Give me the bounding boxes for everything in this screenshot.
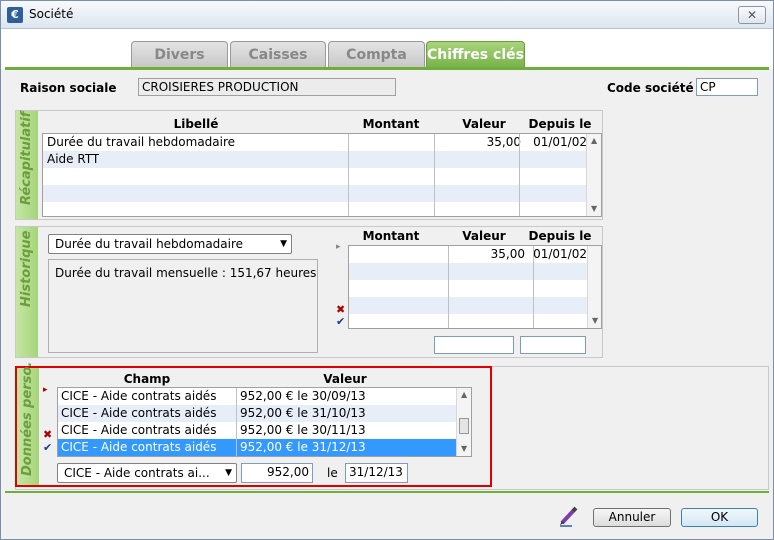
edit-pencil-icon[interactable] (558, 505, 580, 527)
title-bar: € Société ✕ (1, 1, 773, 29)
donnees-scrollbar[interactable]: ▲ ▼ (456, 388, 471, 456)
recap-side-label: Récapitulatif (19, 111, 34, 205)
cell-champ: CICE - Aide contrats aidés (61, 440, 217, 454)
donnees-col-champ: Champ (123, 372, 171, 386)
cell-champ: CICE - Aide contrats aidés (61, 423, 217, 437)
cell-depuis: 01/01/02 (533, 247, 587, 261)
window-title: Société (29, 7, 74, 21)
historique-grid[interactable]: 35,00 01/01/02 ▼ (348, 245, 602, 329)
table-row (349, 280, 601, 297)
table-row (349, 297, 601, 314)
historique-info-box: Durée du travail mensuelle : 151,67 heur… (48, 259, 318, 353)
donnees-combo[interactable]: CICE - Aide contrats ai... ▼ (57, 463, 237, 483)
tab-divers[interactable]: Divers (131, 41, 228, 67)
donnees-side-label: Données perso. (20, 361, 35, 476)
historique-side: Historique (16, 227, 38, 357)
window: € Société ✕ Divers Caisses Compta Chiffr… (0, 0, 774, 540)
cell-valeur: 35,00 (490, 247, 525, 261)
donnees-col-valeur: Valeur (323, 372, 367, 386)
cell-champ: CICE - Aide contrats aidés (61, 389, 217, 403)
code-societe-field[interactable]: CP (696, 78, 758, 96)
content-area: Raison sociale CROISIERES PRODUCTION Cod… (5, 70, 769, 490)
donnees-date-input[interactable]: 31/12/13 (345, 463, 408, 483)
table-row (43, 168, 601, 185)
tab-compta[interactable]: Compta (328, 41, 425, 67)
donnees-side: Données perso. (17, 362, 39, 485)
historique-side-label: Historique (19, 230, 34, 307)
scroll-down-icon[interactable]: ▼ (591, 204, 597, 213)
cell-valeur: 952,00 € le 31/12/13 (240, 440, 366, 454)
col-divider (533, 246, 534, 328)
scroll-down-icon[interactable]: ▼ (461, 444, 467, 453)
tab-chiffres-cles[interactable]: Chiffres clés (426, 41, 525, 67)
tab-bar: Divers Caisses Compta Chiffres clés (1, 29, 773, 95)
table-row-selected[interactable]: CICE - Aide contrats aidés 952,00 € le 3… (58, 439, 471, 456)
le-label: le (327, 466, 338, 480)
historique-scrollbar[interactable]: ▼ (587, 246, 601, 328)
recap-side: Récapitulatif (16, 111, 38, 219)
table-row[interactable]: CICE - Aide contrats aidés 952,00 € le 3… (58, 422, 471, 439)
hist-col-valeur: Valeur (462, 229, 506, 243)
donnees-amount-input[interactable]: 952,00 (241, 463, 313, 483)
tab-caisses[interactable]: Caisses (230, 41, 326, 67)
table-row[interactable]: CICE - Aide contrats aidés 952,00 € le 3… (58, 405, 471, 422)
row-pointer-icon: ▸ (43, 385, 48, 395)
delete-icon[interactable]: ✖ (43, 428, 52, 441)
col-libelle: Libellé (173, 117, 219, 131)
historique-depuis-input[interactable] (520, 336, 586, 354)
col-divider (348, 134, 349, 216)
table-row[interactable]: Durée du travail hebdomadaire 35,00 01/0… (43, 134, 601, 151)
historique-panel: Historique Durée du travail hebdomadaire… (15, 226, 603, 358)
cell-valeur: 952,00 € le 31/10/13 (240, 406, 366, 420)
scroll-down-icon[interactable]: ▼ (592, 316, 598, 325)
col-depuis: Depuis le (528, 117, 592, 131)
cell-depuis: 01/01/02 (533, 135, 587, 149)
scroll-thumb[interactable] (459, 418, 469, 434)
cell-valeur: 952,00 € le 30/09/13 (240, 389, 366, 403)
donnees-grid[interactable]: CICE - Aide contrats aidés 952,00 € le 3… (57, 387, 472, 457)
historique-info-text: Durée du travail mensuelle : 151,67 heur… (55, 266, 317, 280)
code-societe-label: Code société (607, 81, 694, 95)
donnees-highlight: Données perso. Champ Valeur ▸ ✖ ✔ CICE -… (15, 362, 492, 487)
table-row[interactable]: CICE - Aide contrats aidés 952,00 € le 3… (58, 388, 471, 405)
ok-button[interactable]: OK (681, 508, 758, 527)
col-valeur: Valeur (462, 117, 506, 131)
validate-check-icon[interactable]: ✔ (336, 315, 345, 328)
chevron-down-icon: ▼ (225, 468, 232, 478)
col-divider (434, 134, 435, 216)
cell-libelle: Aide RTT (47, 152, 100, 166)
table-row (43, 202, 601, 216)
chevron-down-icon: ▼ (280, 239, 287, 249)
row-pointer-icon: ▸ (336, 242, 341, 252)
footer: Annuler OK (1, 493, 773, 539)
table-row[interactable]: 35,00 01/01/02 (349, 246, 601, 263)
historique-valeur-input[interactable] (434, 336, 514, 354)
table-row (43, 185, 601, 202)
historique-combo[interactable]: Durée du travail hebdomadaire ▼ (48, 234, 292, 254)
col-divider (236, 388, 237, 456)
cell-champ: CICE - Aide contrats aidés (61, 406, 217, 420)
app-icon: € (7, 7, 23, 23)
validate-check-icon[interactable]: ✔ (43, 441, 52, 454)
cancel-button[interactable]: Annuler (593, 508, 671, 527)
cell-libelle: Durée du travail hebdomadaire (47, 135, 236, 149)
col-divider (448, 246, 449, 328)
recap-grid[interactable]: Durée du travail hebdomadaire 35,00 01/0… (42, 133, 602, 217)
raison-sociale-label: Raison sociale (20, 81, 117, 95)
cell-valeur: 952,00 € le 30/11/13 (240, 423, 366, 437)
donnees-combo-value: CICE - Aide contrats ai... (64, 466, 210, 480)
recap-scrollbar[interactable]: ▲ ▼ (586, 134, 601, 216)
close-button[interactable]: ✕ (738, 6, 766, 24)
cell-valeur: 35,00 (486, 135, 521, 149)
table-row[interactable]: Aide RTT (43, 151, 601, 168)
raison-sociale-field: CROISIERES PRODUCTION (138, 78, 396, 96)
historique-combo-value: Durée du travail hebdomadaire (55, 237, 244, 251)
scroll-up-icon[interactable]: ▲ (591, 136, 597, 145)
table-row (349, 314, 601, 328)
col-divider (519, 134, 520, 216)
recap-panel: Récapitulatif Libellé Montant EUR Valeur… (15, 110, 603, 220)
scroll-up-icon[interactable]: ▲ (461, 390, 467, 399)
hist-col-depuis: Depuis le (528, 229, 592, 243)
table-row (349, 263, 601, 280)
